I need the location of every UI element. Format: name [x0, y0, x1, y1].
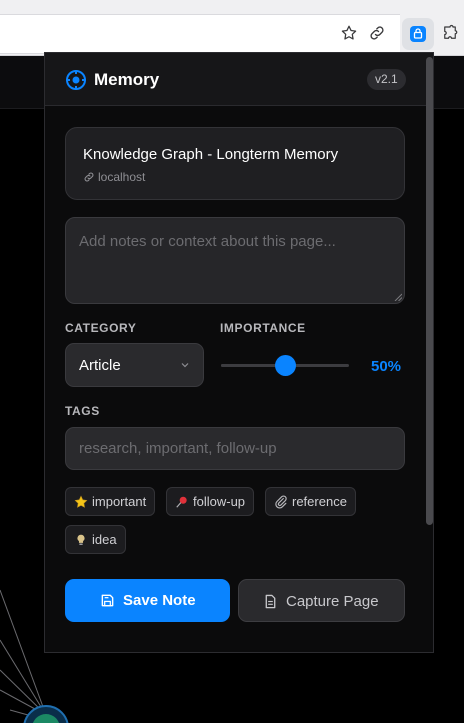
- scrollbar[interactable]: [426, 57, 433, 525]
- page-host: localhost: [98, 170, 146, 184]
- memory-popup: Memory v2.1 Knowledge Graph - Longterm M…: [44, 52, 434, 653]
- resize-grip-icon[interactable]: [394, 293, 402, 301]
- notes-textarea[interactable]: [65, 217, 405, 304]
- importance-label: IMPORTANCE: [220, 321, 306, 335]
- browser-toolbar: [0, 0, 464, 56]
- tag-chip-label: idea: [92, 532, 117, 547]
- importance-value: 50%: [371, 358, 402, 375]
- tag-chip-reference[interactable]: reference: [265, 487, 356, 516]
- target-logo-icon: [66, 70, 86, 90]
- star-icon: [74, 495, 88, 508]
- category-select[interactable]: Article: [65, 343, 204, 387]
- document-icon: [265, 594, 276, 609]
- extension-button[interactable]: [402, 18, 434, 50]
- link-icon: [84, 172, 94, 182]
- current-page-card: Knowledge Graph - Longterm Memory localh…: [65, 127, 405, 200]
- tags-label: TAGS: [65, 404, 100, 418]
- popup-header: Memory v2.1: [45, 53, 433, 106]
- version-badge: v2.1: [367, 69, 406, 90]
- category-value: Article: [79, 357, 121, 374]
- category-label: CATEGORY: [65, 321, 137, 335]
- save-note-label: Save Note: [123, 592, 196, 609]
- puzzle-icon[interactable]: [441, 24, 459, 42]
- capture-page-button[interactable]: Capture Page: [238, 579, 405, 622]
- tag-chip-follow-up[interactable]: follow-up: [166, 487, 255, 516]
- save-icon: [101, 594, 114, 607]
- extension-icon: [410, 26, 426, 42]
- tag-chip-idea[interactable]: idea: [65, 525, 126, 554]
- tag-chip-label: important: [92, 494, 147, 509]
- pushpin-icon: [176, 496, 187, 508]
- paperclip-icon: [275, 495, 287, 509]
- tag-chip-label: reference: [292, 494, 347, 509]
- tag-chip-important[interactable]: important: [65, 487, 156, 516]
- lightbulb-icon: [77, 534, 85, 545]
- link-icon[interactable]: [368, 24, 386, 42]
- star-icon[interactable]: [340, 24, 358, 42]
- app-title: Memory: [94, 70, 160, 89]
- tags-input[interactable]: [65, 427, 405, 470]
- save-note-button[interactable]: Save Note: [65, 579, 230, 622]
- capture-page-label: Capture Page: [286, 593, 379, 610]
- page-title: Knowledge Graph - Longterm Memory: [83, 146, 339, 163]
- importance-slider-thumb[interactable]: [274, 355, 296, 376]
- chevron-down-icon: [181, 363, 189, 368]
- tag-chip-label: follow-up: [193, 494, 246, 509]
